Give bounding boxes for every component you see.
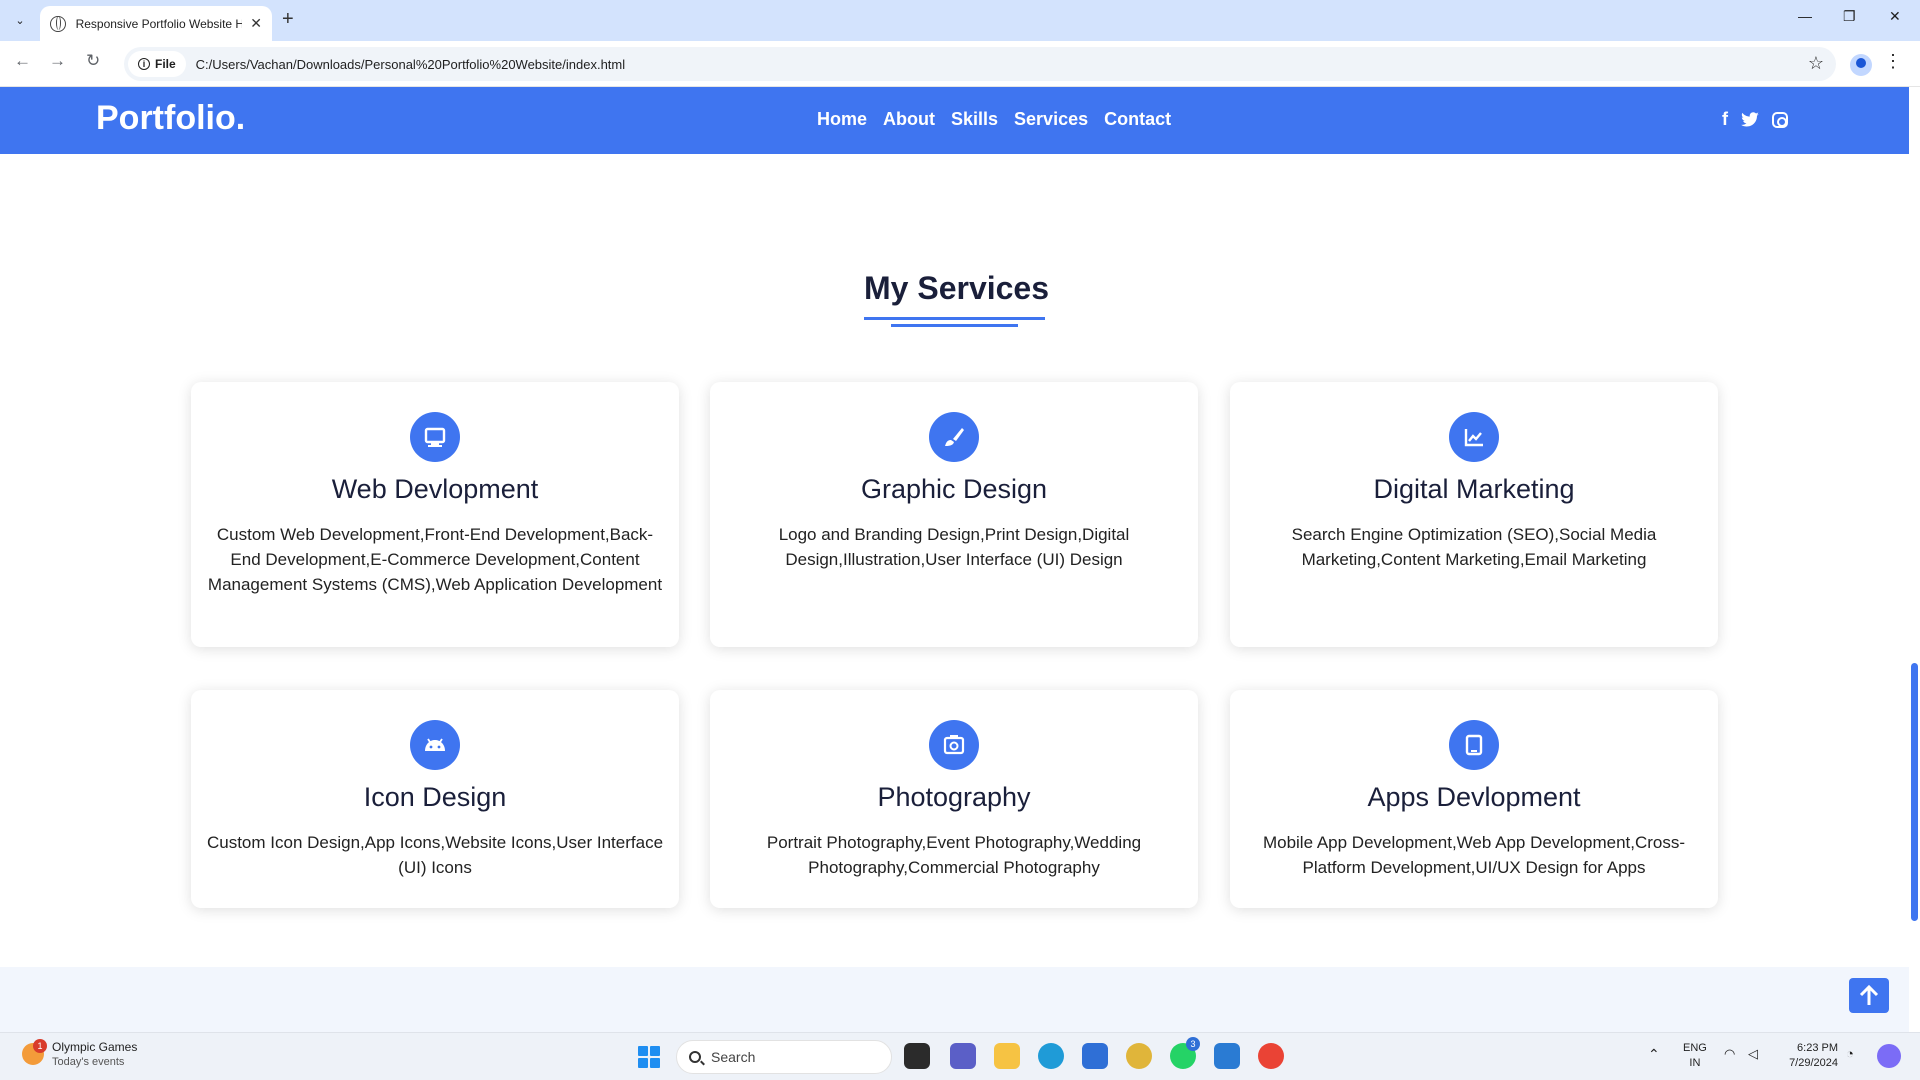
social-links: f (1722, 109, 1788, 130)
facebook-icon[interactable]: f (1722, 109, 1728, 130)
service-description: Custom Web Development,Front-End Develop… (207, 525, 663, 594)
scrollbar-thumb[interactable] (1911, 663, 1918, 921)
minimize-button[interactable]: — (1798, 8, 1812, 24)
store-icon[interactable] (1082, 1043, 1108, 1069)
site-info-chip[interactable]: i File (128, 51, 186, 77)
title-underline (864, 317, 1045, 320)
service-description: Portrait Photography,Event Photography,W… (766, 833, 1142, 877)
service-title: Web Devlopment (331, 474, 539, 504)
widget-subtitle: Today's events (52, 1056, 125, 1068)
bookmark-star-icon[interactable]: ☆ (1808, 53, 1824, 74)
title-underline-short (891, 324, 1018, 327)
nav-link-services[interactable]: Services (1014, 109, 1088, 130)
browser-tab-active[interactable]: Responsive Portfolio Website H ✕ (40, 6, 272, 41)
nav-link-skills[interactable]: Skills (951, 109, 998, 130)
browser-tabstrip: ⌄ Responsive Portfolio Website H ✕ + — ❐… (0, 0, 1920, 41)
camera-icon (929, 720, 979, 770)
web-page: Portfolio. Home About Skills Services Co… (0, 87, 1909, 1032)
whatsapp-badge: 3 (1186, 1037, 1200, 1051)
browser-toolbar: ← → ↻ i File C:/Users/Vachan/Downloads/P… (0, 41, 1920, 87)
chrome-profile-icon[interactable] (1126, 1043, 1152, 1069)
info-icon: i (138, 58, 150, 70)
windows-start-icon[interactable] (638, 1046, 660, 1068)
service-card-digital-marketing: Digital Marketing Search Engine Optimiza… (1230, 382, 1718, 647)
window-close-button[interactable]: ✕ (1889, 8, 1901, 25)
scroll-to-top-button[interactable] (1849, 978, 1889, 1013)
instagram-icon[interactable] (1772, 111, 1788, 128)
olympic-torch-icon: 1 (22, 1039, 47, 1065)
section-title: My Services (864, 270, 1050, 306)
service-card-apps-development: Apps Devlopment Mobile App Development,W… (1230, 690, 1718, 908)
profile-avatar-icon[interactable] (1850, 54, 1872, 76)
service-card-icon-design: Icon Design Custom Icon Design,App Icons… (191, 690, 679, 908)
paintbrush-icon (929, 412, 979, 462)
new-tab-button[interactable]: + (282, 8, 294, 31)
nav-link-contact[interactable]: Contact (1104, 109, 1171, 130)
address-bar[interactable]: i File C:/Users/Vachan/Downloads/Persona… (124, 47, 1836, 81)
volume-icon[interactable]: ◁ (1748, 1046, 1758, 1061)
service-card-photography: Photography Portrait Photography,Event P… (710, 690, 1198, 908)
tab-close-icon[interactable]: ✕ (250, 15, 262, 32)
service-description: Logo and Branding Design,Print Design,Di… (778, 525, 1130, 569)
service-title: Digital Marketing (1373, 474, 1575, 504)
language-indicator[interactable]: ENG IN (1683, 1041, 1707, 1071)
clock[interactable]: 6:23 PM 7/29/2024 (1782, 1041, 1838, 1071)
task-view-icon[interactable] (904, 1043, 930, 1069)
service-card-graphic-design: Graphic Design Logo and Branding Design,… (710, 382, 1198, 647)
windows-taskbar: 1 Olympic Games Today's events Search 3 … (0, 1032, 1920, 1080)
service-title: Photography (877, 782, 1031, 812)
forward-button[interactable]: → (49, 51, 66, 71)
show-hidden-icons-chevron-icon[interactable]: ⌃ (1648, 1047, 1660, 1062)
notification-badge: 1 (33, 1039, 47, 1053)
file-explorer-icon[interactable] (994, 1043, 1020, 1069)
android-icon (410, 720, 460, 770)
site-header: Portfolio. Home About Skills Services Co… (0, 87, 1909, 154)
service-description: Custom Icon Design,App Icons,Website Ico… (206, 833, 664, 877)
service-description: Mobile App Development,Web App Developme… (1262, 833, 1686, 877)
next-section-strip (0, 967, 1909, 1032)
edge-icon[interactable] (1038, 1043, 1064, 1069)
restore-button[interactable]: ❐ (1843, 8, 1856, 25)
widget-title: Olympic Games (52, 1040, 138, 1054)
taskbar-search[interactable]: Search (676, 1040, 892, 1074)
url-text[interactable]: C:/Users/Vachan/Downloads/Personal%20Por… (196, 57, 625, 72)
notification-bell-icon[interactable]: ◔ (1846, 1046, 1854, 1061)
main-nav: Home About Skills Services Contact (817, 109, 1171, 130)
chart-line-icon (1449, 412, 1499, 462)
chrome-icon[interactable] (1258, 1043, 1284, 1069)
nav-link-about[interactable]: About (883, 109, 935, 130)
twitter-icon[interactable] (1740, 111, 1760, 128)
reload-button[interactable]: ↻ (86, 51, 100, 71)
tablet-icon (1449, 720, 1499, 770)
taskbar-search-label: Search (711, 1049, 756, 1065)
search-icon (689, 1051, 701, 1063)
copilot-icon[interactable] (1877, 1044, 1901, 1068)
service-title: Apps Devlopment (1367, 782, 1581, 812)
monitor-icon (410, 412, 460, 462)
globe-icon (50, 15, 66, 32)
service-description: Search Engine Optimization (SEO),Social … (1291, 525, 1657, 569)
service-title: Icon Design (363, 782, 507, 812)
browser-menu-icon[interactable]: ⋮ (1884, 51, 1902, 72)
service-card-web-development: Web Devlopment Custom Web Development,Fr… (191, 382, 679, 647)
wifi-icon[interactable]: ◠ (1724, 1046, 1735, 1061)
nav-link-home[interactable]: Home (817, 109, 867, 130)
site-info-label: File (155, 57, 176, 71)
tab-title: Responsive Portfolio Website H (75, 16, 243, 31)
weather-widget[interactable]: 1 Olympic Games Today's events (22, 1039, 138, 1068)
vscode-icon[interactable] (1214, 1043, 1240, 1069)
teams-icon[interactable] (950, 1043, 976, 1069)
service-title: Graphic Design (860, 474, 1048, 504)
arrow-up-icon (1859, 984, 1879, 1005)
tab-search-button[interactable]: ⌄ (8, 8, 32, 32)
site-logo[interactable]: Portfolio. (96, 99, 245, 138)
whatsapp-icon[interactable]: 3 (1170, 1037, 1200, 1069)
back-button[interactable]: ← (14, 51, 31, 71)
